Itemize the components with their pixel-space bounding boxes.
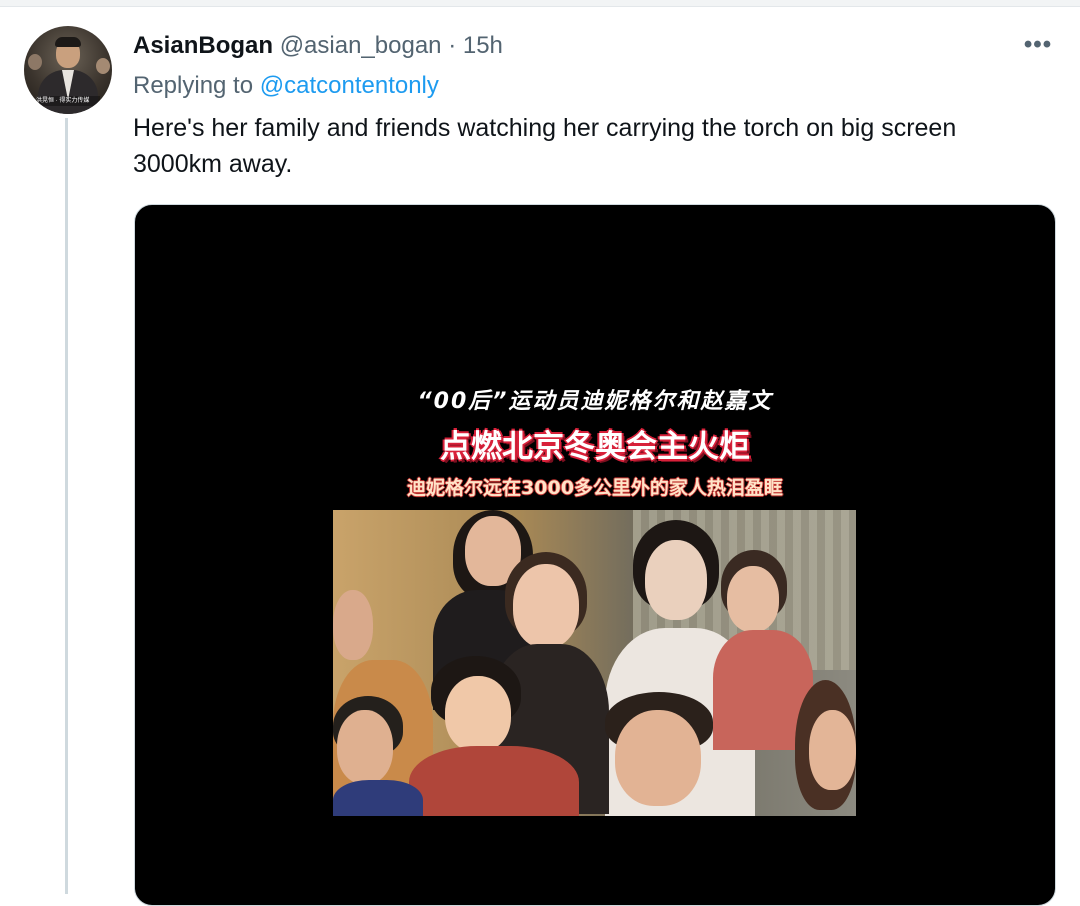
- timestamp[interactable]: 15h: [463, 32, 503, 59]
- tweet-header: AsianBogan @asian_bogan · 15h: [133, 30, 503, 62]
- video-caption-line-2: 点燃北京冬奥会主火炬: [440, 429, 750, 465]
- video-media[interactable]: “00后”运动员迪妮格尔和赵嘉文 点燃北京冬奥会主火炬 迪妮格尔远在3000多公…: [134, 204, 1056, 906]
- video-caption-line-1: “00后”运动员迪妮格尔和赵嘉文: [417, 389, 773, 414]
- thread-connector-line: [65, 118, 68, 894]
- family-watching-photo: [333, 510, 856, 816]
- avatar[interactable]: 洪晃恒 · 得实力传媒: [24, 26, 112, 114]
- tweet-text: Here's her family and friends watching h…: [133, 114, 957, 178]
- display-name[interactable]: AsianBogan: [133, 32, 273, 59]
- replying-to-line: Replying to @catcontentonly: [133, 70, 439, 102]
- top-divider: [0, 0, 1080, 7]
- replying-to-label: Replying to: [133, 72, 254, 99]
- user-handle[interactable]: @asian_bogan: [280, 32, 442, 59]
- separator-dot: ·: [448, 32, 457, 59]
- more-options-icon[interactable]: •••: [1020, 30, 1056, 62]
- avatar-caption: 洪晃恒 · 得实力传媒: [36, 96, 100, 106]
- video-caption-line-3: 迪妮格尔远在3000多公里外的家人热泪盈眶: [407, 477, 783, 499]
- replying-to-mention-link[interactable]: @catcontentonly: [260, 72, 439, 99]
